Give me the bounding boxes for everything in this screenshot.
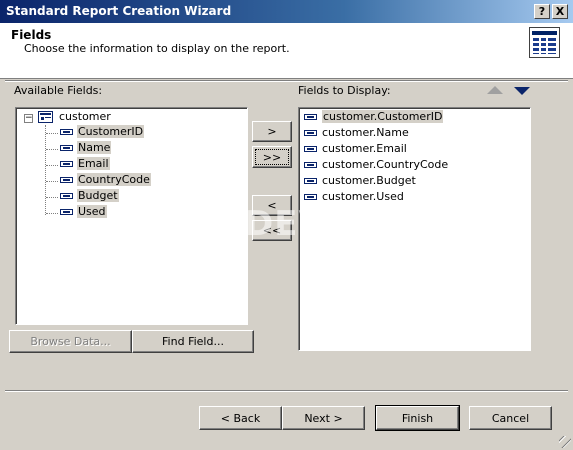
- close-button[interactable]: X: [552, 4, 568, 19]
- table-icon: [38, 111, 53, 123]
- tree-field-item[interactable]: Used: [77, 204, 107, 220]
- display-field-item[interactable]: customer.Used: [322, 189, 404, 205]
- tree-field-item[interactable]: Budget: [77, 188, 119, 204]
- move-down-icon[interactable]: [514, 87, 530, 95]
- field-icon: [60, 209, 73, 215]
- tree-field-item[interactable]: Email: [77, 156, 110, 172]
- footer-divider: [5, 390, 568, 392]
- move-up-icon[interactable]: [487, 86, 503, 94]
- help-button[interactable]: ?: [534, 4, 550, 19]
- tree-line: [46, 133, 58, 134]
- field-icon: [60, 129, 73, 135]
- display-field-item[interactable]: customer.CountryCode: [322, 157, 448, 173]
- display-field-item[interactable]: customer.Budget: [322, 173, 416, 189]
- add-field-button[interactable]: >: [252, 121, 292, 142]
- cancel-button[interactable]: Cancel: [469, 406, 552, 430]
- tree-line: [46, 149, 58, 150]
- available-fields-label: Available Fields:: [14, 84, 103, 97]
- page-subtitle: Choose the information to display on the…: [24, 42, 290, 55]
- display-field-item[interactable]: customer.Email: [322, 141, 407, 157]
- collapse-icon[interactable]: −: [24, 114, 33, 123]
- tree-line: [46, 181, 58, 182]
- header-divider: [5, 80, 568, 82]
- field-icon: [304, 178, 317, 184]
- tree-field-item[interactable]: CustomerID: [77, 124, 145, 140]
- display-field-item[interactable]: customer.Name: [322, 125, 409, 141]
- browse-data-button[interactable]: Browse Data...: [9, 330, 132, 353]
- add-all-fields-button[interactable]: >>: [252, 146, 292, 168]
- next-button[interactable]: Next >: [282, 406, 365, 430]
- field-icon: [304, 130, 317, 136]
- display-fields-label: Fields to Display:: [298, 84, 391, 97]
- tree-line: [46, 213, 58, 214]
- field-icon: [60, 193, 73, 199]
- tree-field-item[interactable]: CountryCode: [77, 172, 151, 188]
- report-table-icon: [529, 27, 560, 58]
- watermark-text: SHOTDEV.COM: [136, 204, 427, 244]
- find-field-button[interactable]: Find Field...: [132, 330, 254, 353]
- header-panel: Fields Choose the information to display…: [0, 23, 573, 79]
- field-icon: [304, 194, 317, 200]
- field-icon: [304, 146, 317, 152]
- page-title: Fields: [11, 28, 52, 42]
- finish-button[interactable]: Finish: [375, 405, 460, 431]
- back-button[interactable]: < Back: [199, 406, 282, 430]
- resize-grip-icon[interactable]: [559, 436, 571, 448]
- window-title: Standard Report Creation Wizard: [6, 4, 232, 18]
- display-field-item[interactable]: customer.CustomerID: [322, 109, 444, 125]
- title-bar: Standard Report Creation Wizard: [0, 0, 573, 23]
- field-icon: [304, 114, 317, 120]
- tree-node-customer[interactable]: customer: [59, 109, 111, 125]
- field-icon: [60, 161, 73, 167]
- tree-line: [45, 125, 46, 215]
- field-icon: [304, 162, 317, 168]
- tree-field-item[interactable]: Name: [77, 140, 112, 156]
- tree-line: [46, 165, 58, 166]
- field-icon: [60, 145, 73, 151]
- field-icon: [60, 177, 73, 183]
- tree-line: [46, 197, 58, 198]
